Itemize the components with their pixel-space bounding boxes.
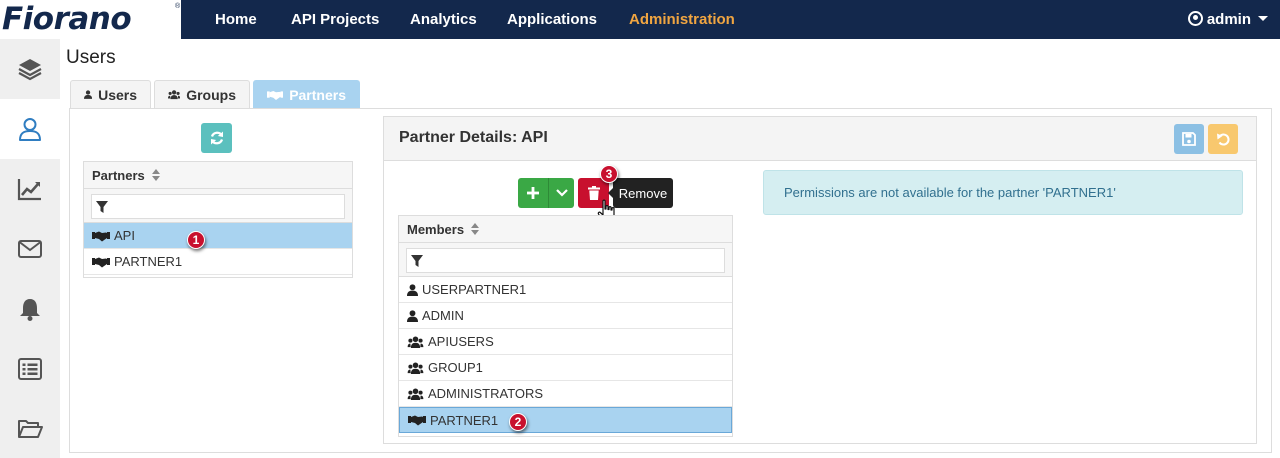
partners-list: Partners API PARTNER1 — [83, 161, 353, 278]
undo-icon — [1217, 133, 1230, 146]
nav-home[interactable]: Home — [215, 11, 257, 28]
partners-filter-input[interactable] — [91, 194, 345, 219]
nav-api-projects[interactable]: API Projects — [291, 11, 379, 28]
chart-area-icon — [17, 179, 41, 201]
logo-text: Fiorano — [2, 1, 132, 37]
permissions-alert: Permissions are not available for the pa… — [763, 170, 1243, 215]
nav-applications[interactable]: Applications — [507, 11, 597, 28]
remove-tooltip: Remove — [608, 178, 673, 208]
sidebar-item-messages[interactable] — [0, 219, 60, 279]
member-row[interactable]: ADMIN — [399, 303, 732, 329]
caret-down-icon — [1258, 16, 1268, 21]
user-name: admin — [1206, 11, 1251, 28]
member-row-label: GROUP1 — [428, 360, 483, 375]
save-icon — [1182, 132, 1196, 146]
members-list-header[interactable]: Members — [399, 216, 732, 243]
member-row[interactable]: USERPARTNER1 — [399, 277, 732, 303]
app-logo[interactable]: Fiorano ® — [0, 0, 183, 39]
top-navbar: Fiorano ® Home API Projects Analytics Ap… — [0, 0, 1280, 39]
sidebar-item-projects[interactable] — [0, 39, 60, 99]
envelope-icon — [18, 240, 42, 258]
member-row-label: ADMINISTRATORS — [428, 386, 544, 401]
handshake-icon — [408, 415, 426, 426]
users-icon — [407, 361, 424, 374]
handshake-icon — [267, 90, 284, 100]
member-row-label: PARTNER1 — [430, 412, 499, 428]
user-icon — [19, 118, 41, 141]
tab-partners-label: Partners — [289, 86, 346, 103]
member-row[interactable]: APIUSERS — [399, 329, 732, 355]
chevron-down-icon — [555, 189, 568, 197]
partner-row-label: API — [114, 228, 135, 243]
layers-icon — [18, 59, 42, 81]
sort-icon — [471, 223, 480, 235]
sidebar-item-notifications[interactable] — [0, 279, 60, 339]
filter-icon — [96, 201, 108, 213]
nav-administration[interactable]: Administration — [629, 11, 735, 28]
sort-icon — [151, 169, 161, 181]
member-row-label: USERPARTNER1 — [422, 282, 527, 297]
annotation-badge-3: 3 — [600, 165, 618, 183]
nav-analytics[interactable]: Analytics — [410, 11, 477, 28]
tab-groups-label: Groups — [186, 86, 236, 103]
partner-details-title: Partner Details: API — [399, 129, 548, 146]
list-icon — [18, 358, 42, 380]
annotation-badge-2: 2 — [509, 413, 527, 431]
member-row-label: APIUSERS — [428, 334, 494, 349]
tab-partners[interactable]: Partners — [253, 80, 360, 108]
refresh-icon — [210, 131, 223, 145]
partners-header-label: Partners — [92, 167, 145, 183]
annotation-badge-1: 1 — [187, 231, 205, 249]
logo-registered-mark: ® — [175, 3, 181, 10]
tab-users-label: Users — [98, 86, 137, 103]
sidebar-item-logs[interactable] — [0, 339, 60, 399]
add-member-dropdown[interactable] — [548, 178, 574, 208]
tab-users[interactable]: Users — [70, 80, 151, 108]
folder-open-icon — [18, 420, 43, 438]
handshake-icon — [92, 231, 110, 241]
tab-groups[interactable]: Groups — [154, 80, 250, 108]
handshake-icon — [92, 257, 110, 267]
sidebar-item-files[interactable] — [0, 399, 60, 458]
add-member-button[interactable] — [518, 178, 548, 208]
sidebar-item-analytics[interactable] — [0, 159, 60, 219]
members-header-label: Members — [407, 221, 465, 237]
sidebar-item-users[interactable] — [0, 99, 60, 159]
user-circle-icon — [1187, 11, 1203, 26]
partner-row[interactable]: PARTNER1 — [84, 249, 352, 275]
user-icon — [407, 283, 418, 296]
trash-icon — [587, 186, 600, 200]
member-row[interactable]: GROUP1 — [399, 355, 732, 381]
filter-icon — [411, 255, 423, 267]
partner-row[interactable]: API — [84, 223, 352, 249]
partners-list-header[interactable]: Partners — [84, 162, 352, 189]
user-icon — [84, 90, 93, 99]
member-row[interactable]: PARTNER1 — [399, 407, 732, 433]
users-icon — [407, 387, 424, 400]
members-filter-input[interactable] — [406, 248, 725, 273]
plus-icon — [527, 187, 539, 199]
save-button[interactable] — [1174, 124, 1204, 154]
member-row-label: ADMIN — [422, 308, 464, 323]
users-icon — [168, 90, 181, 100]
users-icon — [407, 335, 424, 348]
members-list: Members USERPARTNER1 ADMIN APIUSERS GROU… — [398, 215, 733, 437]
bell-icon — [20, 299, 40, 321]
member-row[interactable]: ADMINISTRATORS — [399, 381, 732, 407]
user-icon — [407, 309, 418, 322]
partners-filter-row — [84, 189, 352, 223]
undo-button[interactable] — [1208, 124, 1238, 154]
partner-row-label: PARTNER1 — [114, 254, 183, 269]
refresh-button[interactable] — [201, 123, 232, 153]
user-menu[interactable]: admin — [1187, 11, 1268, 28]
members-filter-row — [399, 243, 732, 277]
sidebar — [0, 39, 60, 458]
page-title: Users — [66, 47, 116, 68]
